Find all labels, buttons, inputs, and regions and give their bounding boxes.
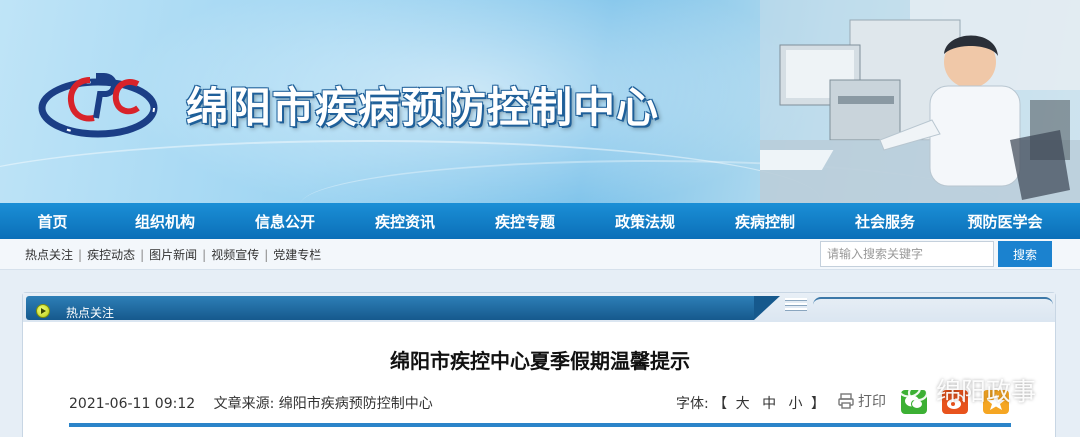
sub-nav-bar: 热点关注 | 疾控动态 | 图片新闻 | 视频宣传 | 党建专栏 搜索 bbox=[0, 239, 1080, 270]
watermark: 绵阳政事 bbox=[896, 372, 1036, 408]
font-small-button[interactable]: 小 bbox=[789, 396, 803, 412]
article-title: 绵阳市疾控中心夏季假期温馨提示 bbox=[390, 349, 690, 373]
article-panel: 热点关注 绵阳市疾控中心夏季假期温馨提示 2021-06-11 09:12 文章… bbox=[22, 292, 1056, 437]
nav-item-social-services[interactable]: 社会服务 bbox=[825, 211, 945, 232]
article-datetime: 2021-06-11 09:12 bbox=[69, 396, 196, 412]
sub-link-photo-news[interactable]: 图片新闻 bbox=[149, 246, 197, 263]
nav-item-policy[interactable]: 政策法规 bbox=[585, 211, 705, 232]
separator: | bbox=[140, 247, 145, 262]
panel-tab-label: 热点关注 bbox=[66, 306, 115, 320]
panel-tab-tail bbox=[754, 296, 780, 320]
nav-item-topics[interactable]: 疾控专题 bbox=[465, 211, 585, 232]
print-button[interactable]: 打印 bbox=[837, 391, 886, 411]
print-label: 打印 bbox=[858, 394, 886, 410]
search-button[interactable]: 搜索 bbox=[998, 241, 1052, 267]
nav-item-news[interactable]: 疾控资讯 bbox=[345, 211, 465, 232]
separator: | bbox=[202, 247, 207, 262]
site-title: 绵阳市疾病预防控制中心 bbox=[186, 83, 660, 132]
nav-item-disease-control[interactable]: 疾病控制 bbox=[705, 211, 825, 232]
office-scene-image bbox=[760, 0, 1080, 203]
article-meta: 2021-06-11 09:12 文章来源: 绵阳市疾病预防控制中心 bbox=[69, 393, 433, 413]
sub-link-news[interactable]: 疾控动态 bbox=[87, 246, 135, 263]
font-size-control: 字体: 【 大 中 小 】 bbox=[676, 393, 825, 413]
sub-link-hot[interactable]: 热点关注 bbox=[25, 246, 73, 263]
bullet-icon bbox=[36, 304, 50, 318]
font-medium-button[interactable]: 中 bbox=[762, 396, 776, 412]
sub-link-video[interactable]: 视频宣传 bbox=[211, 246, 259, 263]
main-nav: 首页 组织机构 信息公开 疾控资讯 疾控专题 政策法规 疾病控制 社会服务 预防… bbox=[0, 203, 1080, 239]
sub-nav: 热点关注 | 疾控动态 | 图片新闻 | 视频宣传 | 党建专栏 bbox=[25, 246, 321, 263]
nav-item-medical-association[interactable]: 预防医学会 bbox=[945, 211, 1065, 232]
font-size-label: 字体: bbox=[676, 396, 709, 412]
panel-tab: 热点关注 bbox=[26, 296, 754, 320]
nav-item-info-disclosure[interactable]: 信息公开 bbox=[225, 211, 345, 232]
title-divider bbox=[69, 423, 1011, 427]
bracket-close: 】 bbox=[810, 396, 825, 412]
wechat-watermark-icon bbox=[896, 378, 929, 402]
menu-icon bbox=[785, 298, 807, 314]
panel-header: 热点关注 bbox=[23, 293, 1055, 322]
source-label: 文章来源: bbox=[213, 396, 275, 412]
cdc-logo[interactable] bbox=[38, 62, 164, 144]
nav-item-home[interactable]: 首页 bbox=[0, 211, 105, 232]
separator: | bbox=[78, 247, 83, 262]
font-large-button[interactable]: 大 bbox=[736, 396, 750, 412]
printer-icon bbox=[838, 393, 854, 409]
panel-rail bbox=[813, 297, 1053, 319]
nav-item-organization[interactable]: 组织机构 bbox=[105, 211, 225, 232]
watermark-text: 绵阳政事 bbox=[936, 377, 1037, 406]
sub-link-party[interactable]: 党建专栏 bbox=[273, 246, 321, 263]
search-input[interactable] bbox=[820, 241, 994, 267]
bracket-open: 【 bbox=[713, 396, 728, 412]
separator: | bbox=[264, 247, 269, 262]
header-banner: 绵阳市疾病预防控制中心 bbox=[0, 0, 1080, 203]
article-source: 绵阳市疾病预防控制中心 bbox=[278, 396, 433, 412]
